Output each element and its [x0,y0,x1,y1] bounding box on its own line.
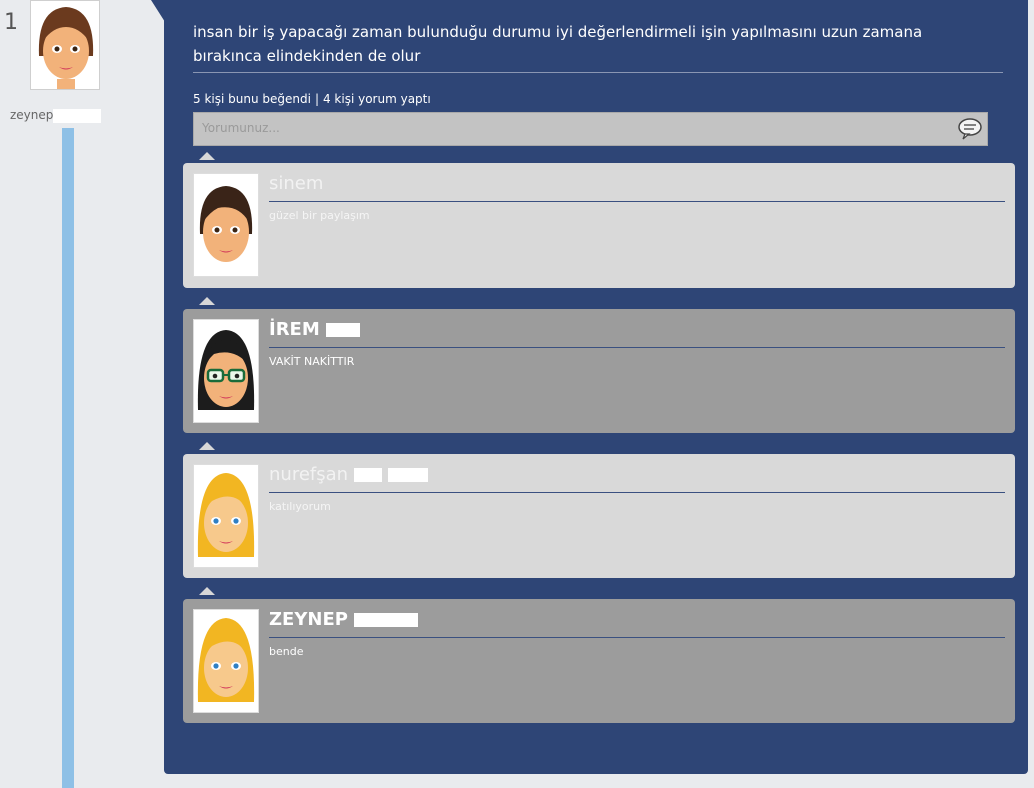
commenter-avatar[interactable] [193,173,259,277]
likes-link[interactable]: 5 kişi bunu beğendi [193,92,311,106]
panel-pointer [151,0,165,22]
comments-link[interactable]: 4 kişi yorum yaptı [323,92,431,106]
comment-input[interactable] [194,113,970,143]
blonde-girl-icon [194,610,258,712]
comment-pointer [199,297,215,305]
post-text: insan bir iş yapacağı zaman bulunduğu du… [193,23,923,65]
comment-text: katılıyorum [269,500,331,513]
commenter-name[interactable]: sinem [269,173,323,194]
comment-text: VAKİT NAKİTTIR [269,355,355,368]
commenter-name[interactable]: nurefşan [269,464,428,485]
comment-divider [269,637,1005,638]
comment-item: nurefşan katılıyorum [183,454,1015,578]
commenter-avatar[interactable] [193,609,259,713]
post-panel: insan bir iş yapacağı zaman bulunduğu du… [164,0,1028,774]
redacted-surname [353,468,382,482]
commenter-name[interactable]: İREM [269,319,361,340]
timeline-bar [62,128,74,788]
comment-item: sinem güzel bir paylaşım [183,163,1015,288]
blonde-girl-icon [194,465,258,567]
post-rank: 1 [4,10,18,35]
redacted-surname [387,468,428,482]
speech-bubble-icon[interactable] [957,117,983,141]
redacted-surname [53,108,102,123]
comment-text: bende [269,645,304,658]
stats-separator: | [314,92,319,106]
commenter-avatar[interactable] [193,464,259,568]
comment-pointer [199,587,215,595]
comment-divider [269,201,1005,202]
comment-divider [269,492,1005,493]
author-name[interactable]: zeynep [10,108,102,123]
brunette-girl-icon [194,174,258,276]
comment-item: ZEYNEP bende [183,599,1015,723]
comment-box [193,112,988,146]
comment-item: İREM VAKİT NAKİTTIR [183,309,1015,433]
brunette-girl-icon [31,1,99,89]
author-avatar[interactable] [30,0,100,90]
commenter-avatar[interactable] [193,319,259,423]
redacted-surname [354,613,419,627]
comment-divider [269,347,1005,348]
post-stats: 5 kişi bunu beğendi | 4 kişi yorum yaptı [193,92,431,106]
commenter-name[interactable]: ZEYNEP [269,609,419,630]
redacted-surname [326,323,361,337]
black-hair-glasses-girl-icon [194,320,258,422]
post-divider [193,72,1003,73]
comment-pointer [199,442,215,450]
comment-text: güzel bir paylaşım [269,209,370,222]
comment-pointer [199,152,215,160]
